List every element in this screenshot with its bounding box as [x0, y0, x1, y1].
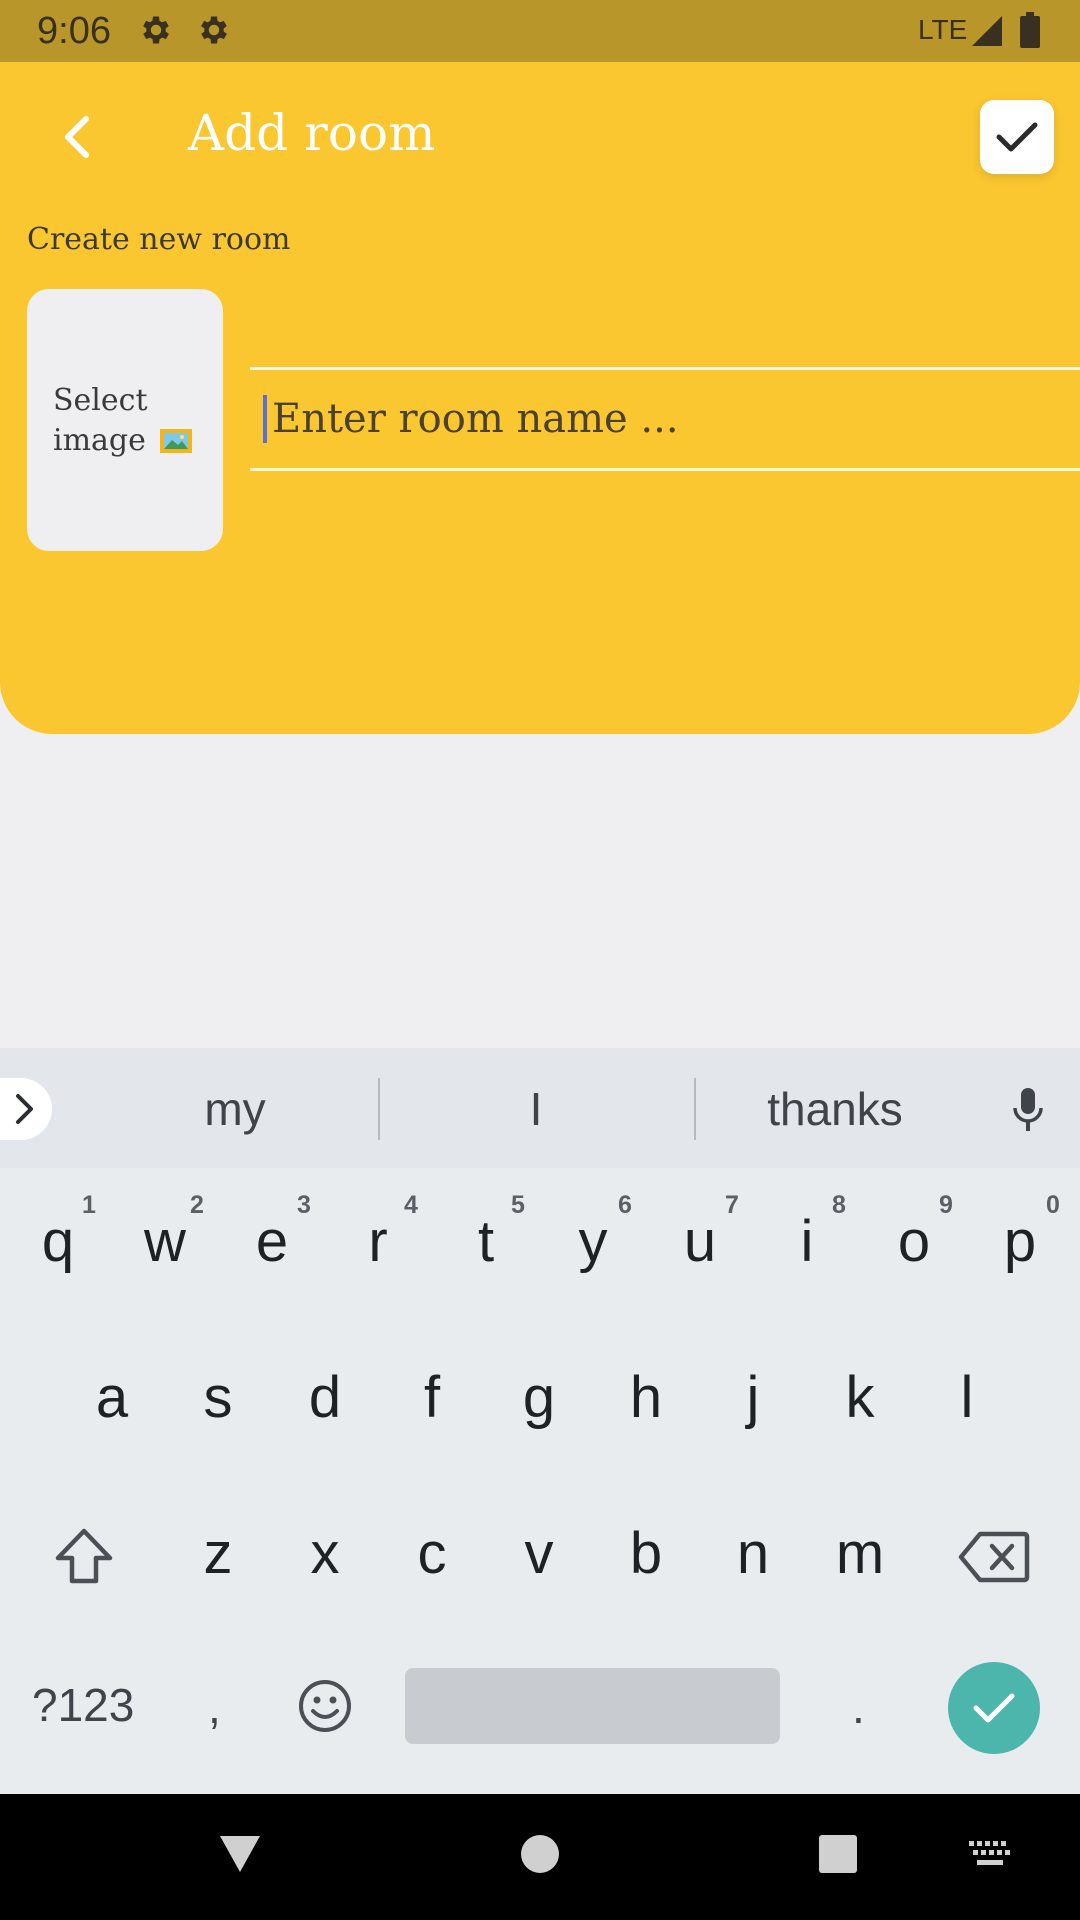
key-g[interactable]: g — [511, 1364, 567, 1431]
key-c[interactable]: c — [404, 1520, 460, 1587]
image-picker-button[interactable]: Select image — [27, 289, 223, 551]
key-h[interactable]: h — [618, 1364, 674, 1431]
status-time: 9:06 — [37, 10, 111, 52]
key-n[interactable]: n — [725, 1520, 781, 1587]
key-x[interactable]: x — [297, 1520, 353, 1587]
page-title: Add room — [188, 104, 436, 162]
key-y[interactable]: y — [565, 1208, 621, 1275]
suggestion-divider — [694, 1078, 696, 1140]
recents-square-icon — [819, 1835, 857, 1873]
text-cursor — [263, 395, 267, 443]
key-r[interactable]: r — [350, 1208, 406, 1275]
key-hint-3: 3 — [297, 1191, 311, 1219]
key-hint-8: 8 — [832, 1191, 846, 1219]
confirm-button[interactable] — [980, 100, 1054, 174]
checkmark-icon — [996, 122, 1038, 152]
settings-gear-icon — [201, 16, 227, 44]
keyboard-switch-icon — [969, 1841, 1010, 1865]
key-o[interactable]: o — [886, 1208, 942, 1275]
shift-icon[interactable] — [52, 1526, 116, 1586]
checkmark-icon — [973, 1693, 1015, 1723]
key-hint-0: 0 — [1046, 1191, 1060, 1219]
key-hint-9: 9 — [939, 1191, 953, 1219]
keyboard-switch-button[interactable] — [960, 1824, 1020, 1884]
home-circle-icon — [521, 1835, 559, 1873]
key-f[interactable]: f — [404, 1364, 460, 1431]
key-q[interactable]: q — [30, 1208, 86, 1275]
key-hint-1: 1 — [82, 1191, 96, 1219]
suggestion-3[interactable]: thanks — [740, 1082, 930, 1136]
symbols-key[interactable]: ?123 — [32, 1678, 134, 1732]
key-hint-4: 4 — [404, 1191, 418, 1219]
key-v[interactable]: v — [511, 1520, 567, 1587]
signal-icon — [972, 16, 1002, 46]
picture-emoji-icon — [160, 429, 193, 453]
key-b[interactable]: b — [618, 1520, 674, 1587]
enter-key[interactable] — [948, 1662, 1040, 1754]
room-name-field[interactable] — [250, 367, 1080, 471]
key-m[interactable]: m — [832, 1520, 888, 1587]
period-key[interactable]: . — [852, 1680, 865, 1734]
header: Add room Create new room Select image — [0, 62, 1080, 734]
suggestion-2[interactable]: I — [500, 1082, 572, 1136]
suggestion-1[interactable]: my — [160, 1082, 310, 1136]
room-name-input[interactable] — [272, 384, 1062, 454]
expand-toolbar-button[interactable] — [0, 1078, 52, 1140]
key-j[interactable]: j — [725, 1364, 781, 1431]
microphone-icon[interactable] — [1010, 1086, 1046, 1134]
chevron-left-icon — [65, 116, 89, 158]
back-triangle-icon — [220, 1836, 260, 1872]
key-z[interactable]: z — [190, 1520, 246, 1587]
navigation-bar — [0, 1794, 1080, 1920]
battery-icon — [1020, 12, 1040, 48]
back-button[interactable] — [48, 102, 104, 172]
chevron-right-icon — [16, 1094, 33, 1124]
image-picker-text: Select image — [53, 381, 213, 461]
key-l[interactable]: l — [939, 1364, 995, 1431]
key-d[interactable]: d — [297, 1364, 353, 1431]
key-a[interactable]: a — [84, 1364, 140, 1431]
key-w[interactable]: w — [137, 1208, 193, 1275]
space-key[interactable] — [405, 1668, 780, 1744]
key-p[interactable]: p — [992, 1208, 1048, 1275]
key-u[interactable]: u — [672, 1208, 728, 1275]
key-e[interactable]: e — [244, 1208, 300, 1275]
key-hint-5: 5 — [511, 1191, 525, 1219]
suggestion-bar: my I thanks — [0, 1048, 1080, 1168]
emoji-icon[interactable] — [297, 1678, 353, 1734]
key-t[interactable]: t — [458, 1208, 514, 1275]
key-hint-6: 6 — [618, 1191, 632, 1219]
nav-home-button[interactable] — [510, 1824, 570, 1884]
image-picker-label: Select image — [53, 383, 148, 458]
section-label: Create new room — [27, 222, 291, 257]
backspace-icon[interactable] — [958, 1530, 1030, 1584]
settings-gear-icon — [143, 16, 169, 44]
key-k[interactable]: k — [832, 1364, 888, 1431]
key-i[interactable]: i — [779, 1208, 835, 1275]
comma-key[interactable]: , — [208, 1680, 221, 1734]
nav-back-button[interactable] — [210, 1824, 270, 1884]
key-hint-7: 7 — [725, 1191, 739, 1219]
key-s[interactable]: s — [190, 1364, 246, 1431]
nav-recents-button[interactable] — [808, 1824, 868, 1884]
suggestion-divider — [378, 1078, 380, 1140]
key-hint-2: 2 — [190, 1191, 204, 1219]
network-type: LTE — [918, 14, 968, 45]
status-bar: 9:06 LTE — [0, 0, 1080, 62]
